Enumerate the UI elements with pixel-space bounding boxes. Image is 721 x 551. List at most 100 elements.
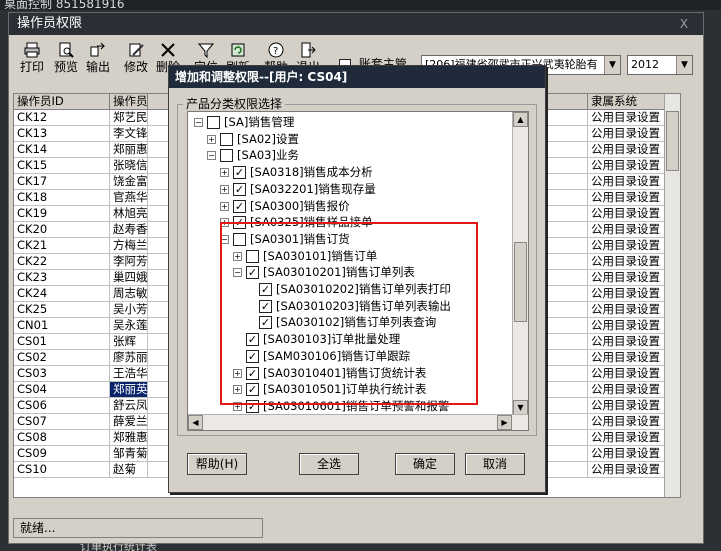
chevron-down-icon[interactable]: ▼ [604,56,620,74]
cell-id: CK13 [14,126,110,142]
tree-node-label: [SA03010501]订单执行统计表 [263,382,427,397]
tree-node-checkbox[interactable]: ✓ [259,299,272,313]
toolbar-button-export[interactable]: 输出 [81,38,115,78]
column-header[interactable]: 隶属系统 [588,94,666,110]
expand-icon[interactable]: + [233,401,242,411]
tree-horizontal-scrollbar[interactable]: ◀ ▶ [188,414,528,430]
column-header[interactable]: 操作员ID [14,94,110,110]
tree-vertical-scrollbar[interactable]: ▲ ▼ [512,112,528,415]
expand-icon[interactable]: + [220,168,229,178]
tree-node[interactable]: + ✓ [SA03010501]订单执行统计表 [188,382,510,398]
expand-icon[interactable]: + [220,201,229,211]
year-select[interactable]: 2012 ▼ [627,55,693,75]
tree-node[interactable]: ✓ [SAM030106]销售订单跟踪 [188,349,510,365]
cancel-button[interactable]: 取消 [465,453,525,475]
tree-node-checkbox[interactable]: ✓ [233,182,246,196]
tree-node[interactable]: − [SA]销售管理 [188,115,510,131]
tree-node-checkbox[interactable] [220,149,233,163]
cell-system: 公用目录设置 [588,270,666,286]
permission-tree[interactable]: − [SA]销售管理 + [SA02]设置 − [SA03]业务 + ✓ [SA0318]销售成… [187,111,529,431]
tree-node-checkbox[interactable]: ✓ [246,266,259,280]
toolbar-button-edit[interactable]: 修改 [119,38,153,78]
tree-node[interactable]: + ✓ [SA03010601]销售订单预警和报警 [188,399,510,415]
tree-node-checkbox[interactable]: ✓ [246,383,259,397]
tree-node[interactable]: − [SA0301]销售订货 [188,232,510,248]
ok-button[interactable]: 确定 [395,453,455,475]
cell-name: 邹青菊 [110,446,148,462]
tree-node[interactable]: ✓ [SA030102]销售订单列表查询 [188,315,510,331]
tree-node-checkbox[interactable]: ✓ [259,316,272,330]
tree-node-checkbox[interactable]: ✓ [246,399,259,413]
scroll-thumb[interactable] [514,242,527,322]
expand-icon[interactable]: + [233,368,242,378]
cell-system: 公用目录设置 [588,254,666,270]
tree-node[interactable]: + [SA02]设置 [188,132,510,148]
cell-id: CK17 [14,174,110,190]
tree-node-checkbox[interactable] [207,116,220,129]
column-header[interactable]: 操作员 [110,94,148,110]
tree-node[interactable]: + ✓ [SA03010401]销售订货统计表 [188,366,510,382]
tree-node[interactable]: + ✓ [SA032201]销售现存量 [188,182,510,198]
close-button[interactable]: X [673,15,695,33]
expand-icon[interactable]: + [233,251,242,261]
scroll-left-icon[interactable]: ◀ [188,415,203,430]
cell-id: CS09 [14,446,110,462]
tree-node-checkbox[interactable]: ✓ [246,333,259,347]
tree-node[interactable]: ✓ [SA030103]订单批量处理 [188,332,510,348]
collapse-icon[interactable]: − [220,234,229,244]
tree-node-checkbox[interactable]: ✓ [259,283,272,296]
help-button[interactable]: 帮助(H) [187,453,247,475]
tree-node-label: [SA03010203]销售订单列表输出 [276,298,451,313]
cell-system: 公用目录设置 [588,206,666,222]
tree-node-checkbox[interactable] [246,249,259,263]
window-title: 操作员权限 X [9,13,703,35]
scroll-right-icon[interactable]: ▶ [497,415,512,430]
toolbar-button-printer[interactable]: 打印 [15,38,49,78]
cell-name: 王浩华 [110,366,148,382]
window-title-text: 操作员权限 [17,16,83,31]
cell-system: 公用目录设置 [588,110,666,126]
cell-id: CK14 [14,142,110,158]
tree-node[interactable]: + [SA030101]销售订单 [188,249,510,265]
tree-node-label: [SA030101]销售订单 [263,248,378,263]
expand-icon[interactable]: + [207,134,216,144]
collapse-icon[interactable]: − [207,151,216,161]
tree-node-checkbox[interactable] [233,232,246,246]
tree-node[interactable]: − [SA03]业务 [188,148,510,164]
collapse-icon[interactable]: − [194,118,203,127]
tree-node-checkbox[interactable]: ✓ [233,199,246,213]
toolbar-button-preview[interactable]: 预览 [49,38,83,78]
tree-node[interactable]: − ✓ [SA03010201]销售订单列表 [188,265,510,281]
tree-node[interactable]: ✓ [SA03010202]销售订单列表打印 [188,282,510,298]
select-all-button[interactable]: 全选 [299,453,359,475]
tree-node-label: [SA0318]销售成本分析 [250,165,373,180]
scroll-up-icon[interactable]: ▲ [513,112,528,127]
tree-node[interactable]: + ✓ [SA0325]销售样品接单 [188,215,510,231]
tree-node-checkbox[interactable] [220,132,233,146]
tree-node-checkbox[interactable]: ✓ [246,349,259,363]
tree-node[interactable]: + ✓ [SA0318]销售成本分析 [188,165,510,181]
grid-vertical-scrollbar[interactable] [664,94,680,497]
tree-node-checkbox[interactable]: ✓ [233,166,246,180]
filter-icon [189,41,223,59]
background-menu-text: 订单执行统计表 [80,538,230,551]
chevron-down-icon[interactable]: ▼ [676,56,692,74]
cell-system: 公用目录设置 [588,158,666,174]
tree-node-checkbox[interactable]: ✓ [233,216,246,230]
tree-node[interactable]: ✓ [SA03010203]销售订单列表输出 [188,299,510,315]
cell-system: 公用目录设置 [588,126,666,142]
tree-node-checkbox[interactable]: ✓ [246,366,259,380]
cell-name: 官燕华 [110,190,148,206]
year-value: 2012 [631,58,659,71]
expand-icon[interactable]: + [220,184,229,194]
collapse-icon[interactable]: − [233,268,242,278]
background-menu-label: 订单执行统计表 [80,540,157,551]
scroll-thumb[interactable] [666,111,679,171]
scroll-down-icon[interactable]: ▼ [513,400,528,415]
tree-node-label: [SA]销售管理 [224,115,295,129]
cell-system: 公用目录设置 [588,286,666,302]
tree-node[interactable]: + ✓ [SA0300]销售报价 [188,199,510,215]
expand-icon[interactable]: + [220,218,229,228]
expand-icon[interactable]: + [233,385,242,395]
delete-icon [151,41,185,59]
